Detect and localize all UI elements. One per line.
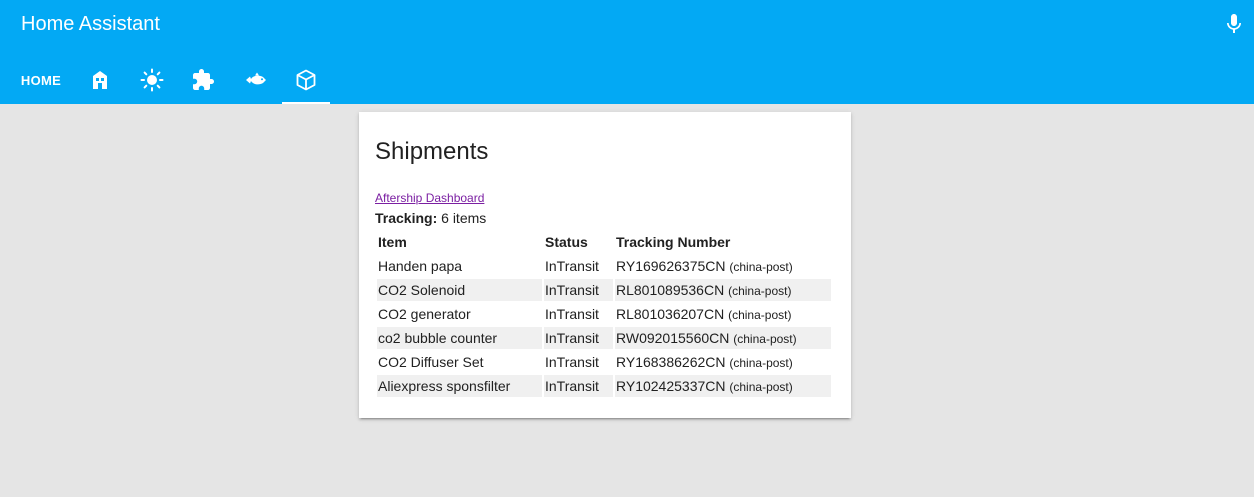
tracking-number: RL801089536CN: [616, 282, 725, 298]
carrier: (china-post): [728, 284, 792, 298]
shipments-card: Shipments Aftership Dashboard Tracking: …: [359, 112, 851, 418]
cell-status: InTransit: [545, 306, 599, 322]
carrier: (china-post): [733, 332, 797, 346]
weather-sunny-icon: [140, 68, 164, 92]
cell-status: InTransit: [544, 375, 613, 397]
tracking-number: RY102425337CN: [616, 378, 726, 394]
cell-status: InTransit: [545, 258, 599, 274]
app-title: Home Assistant: [21, 13, 160, 35]
cell-item: CO2 Diffuser Set: [378, 354, 484, 370]
tab-weather[interactable]: [134, 56, 170, 104]
tracking-number: RW092015560CN: [616, 330, 730, 346]
tab-puzzle[interactable]: [185, 56, 221, 104]
tracking-summary: Tracking: 6 items: [375, 210, 486, 227]
package-icon: [296, 69, 316, 91]
cell-item: Aliexpress sponsfilter: [377, 375, 542, 397]
carrier: (china-post): [728, 308, 792, 322]
fish-icon: [246, 72, 266, 85]
cell-status: InTransit: [544, 327, 613, 349]
tab-home-building[interactable]: [82, 56, 118, 104]
tracking-number: RY169626375CN: [616, 258, 726, 274]
cell-status: InTransit: [545, 354, 599, 370]
tracking-count: 6 items: [441, 210, 487, 226]
card-title: Shipments: [375, 138, 489, 165]
microphone-icon[interactable]: [1222, 12, 1246, 36]
table-row: CO2 Solenoid InTransit RL801089536CN (ch…: [377, 279, 831, 301]
carrier: (china-post): [729, 260, 793, 274]
table-row: Aliexpress sponsfilter InTransit RY10242…: [377, 375, 831, 397]
cell-tracking: RY168386262CN (china-post): [615, 351, 831, 373]
home-building-icon: [93, 71, 107, 89]
cell-tracking: RL801089536CN (china-post): [615, 279, 831, 301]
cell-item: CO2 generator: [378, 306, 471, 322]
column-header-status: Status: [545, 234, 588, 250]
tab-package[interactable]: [282, 56, 330, 104]
carrier: (china-post): [729, 356, 793, 370]
puzzle-icon: [193, 69, 214, 90]
cell-status: InTransit: [544, 279, 613, 301]
tracking-number: RL801036207CN: [616, 306, 725, 322]
column-header-item: Item: [378, 234, 407, 250]
cell-tracking: RW092015560CN (china-post): [615, 327, 831, 349]
app-toolbar: Home Assistant HOME: [0, 0, 1254, 104]
cell-tracking: RY169626375CN (china-post): [615, 255, 831, 277]
tracking-label: Tracking:: [375, 210, 438, 226]
aftership-dashboard-link[interactable]: Aftership Dashboard: [375, 191, 484, 205]
table-row: CO2 Diffuser Set InTransit RY168386262CN…: [377, 351, 831, 373]
table-row: co2 bubble counter InTransit RW092015560…: [377, 327, 831, 349]
carrier: (china-post): [729, 380, 793, 394]
view-tabs: HOME: [0, 56, 700, 104]
tab-fish[interactable]: [238, 56, 274, 104]
shipments-table: Item Status Tracking Number Handen papa …: [375, 229, 833, 399]
tracking-number: RY168386262CN: [616, 354, 726, 370]
table-row: Handen papa InTransit RY169626375CN (chi…: [377, 255, 831, 277]
cell-tracking: RY102425337CN (china-post): [615, 375, 831, 397]
table-header-row: Item Status Tracking Number: [377, 231, 831, 253]
cell-item: CO2 Solenoid: [377, 279, 542, 301]
cell-item: Handen papa: [378, 258, 463, 274]
column-header-tracking-number: Tracking Number: [616, 234, 731, 250]
cell-tracking: RL801036207CN (china-post): [615, 303, 831, 325]
table-row: CO2 generator InTransit RL801036207CN (c…: [377, 303, 831, 325]
cell-item: co2 bubble counter: [377, 327, 542, 349]
tab-home[interactable]: HOME: [0, 56, 82, 104]
